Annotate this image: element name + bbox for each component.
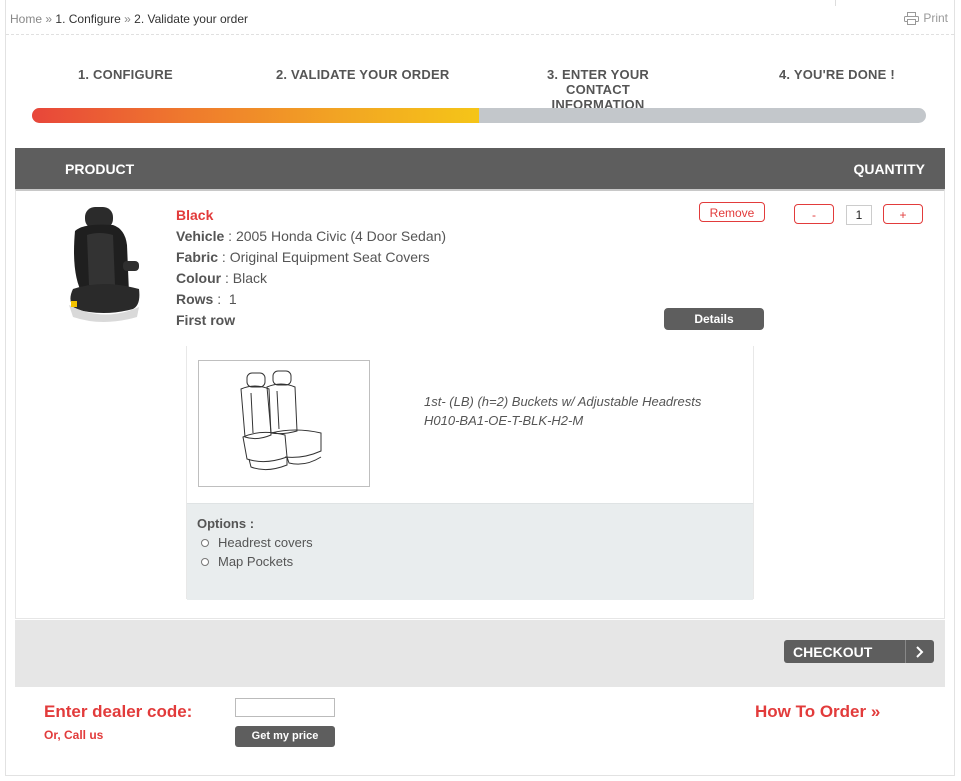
progress-fill xyxy=(32,108,479,123)
details-panel: 1st- (LB) (h=2) Buckets w/ Adjustable He… xyxy=(186,346,754,600)
option-map-pockets[interactable]: Map Pockets xyxy=(201,554,293,569)
chevron-right-icon xyxy=(905,640,934,663)
checkout-label: CHECKOUT xyxy=(793,644,873,660)
radio-icon[interactable] xyxy=(201,557,209,566)
dealer-code-input[interactable] xyxy=(235,698,335,717)
options-section: Options : Headrest covers Map Pockets xyxy=(187,503,753,600)
fabric-field: Fabric : Original Equipment Seat Covers xyxy=(176,247,446,268)
quantity-increment-button[interactable]: + xyxy=(883,204,923,224)
how-to-order-link[interactable]: How To Order » xyxy=(755,702,880,722)
field-separator: : xyxy=(224,228,236,244)
seat-diagram-image xyxy=(198,360,370,487)
step-configure: 1. CONFIGURE xyxy=(78,67,173,82)
field-label: Fabric xyxy=(176,249,219,265)
dealer-code-label: Enter dealer code: xyxy=(44,702,193,721)
options-label: Options : xyxy=(197,516,255,531)
checkout-button[interactable]: CHECKOUT xyxy=(784,640,934,663)
print-label: Print xyxy=(923,11,948,25)
get-my-price-button[interactable]: Get my price xyxy=(235,726,335,747)
progress-bar xyxy=(32,108,926,123)
field-value: 2005 Honda Civic (4 Door Sedan) xyxy=(235,228,447,244)
radio-icon[interactable] xyxy=(201,538,209,547)
details-button[interactable]: Details xyxy=(664,308,764,330)
quantity-input[interactable]: 1 xyxy=(846,205,872,225)
product-column-header: PRODUCT xyxy=(65,161,135,177)
field-label: Colour xyxy=(176,270,222,286)
breadcrumb-configure-link[interactable]: 1. Configure xyxy=(55,12,120,26)
field-separator: : xyxy=(213,291,229,307)
breadcrumb-home-link[interactable]: Home xyxy=(10,12,42,26)
step-contact-info: 3. ENTER YOUR CONTACT INFORMATION xyxy=(546,67,650,112)
seat-cover-product-image xyxy=(53,205,143,325)
product-title: Black xyxy=(176,207,214,223)
field-label: Rows xyxy=(176,291,214,307)
breadcrumb: Home » 1. Configure » 2. Validate your o… xyxy=(10,12,248,26)
seat-description-line: 1st- (LB) (h=2) Buckets w/ Adjustable He… xyxy=(424,394,702,409)
breadcrumb-current: 2. Validate your order xyxy=(134,12,248,26)
breadcrumb-separator: » xyxy=(124,12,131,26)
option-label: Headrest covers xyxy=(218,535,313,550)
step-validate-order: 2. VALIDATE YOUR ORDER xyxy=(276,67,450,82)
seat-part-number: H010-BA1-OE-T-BLK-H2-M xyxy=(424,413,584,428)
remove-button[interactable]: Remove xyxy=(699,202,765,222)
top-bar: Home » 1. Configure » 2. Validate your o… xyxy=(6,0,954,35)
product-info: Black Vehicle : 2005 Honda Civic (4 Door… xyxy=(176,205,446,331)
breadcrumb-separator: » xyxy=(45,12,53,26)
rows-field: Rows : 1 xyxy=(176,289,446,310)
row-name: First row xyxy=(176,312,236,328)
field-separator: : xyxy=(218,249,230,265)
print-link[interactable]: Print xyxy=(904,11,948,25)
vehicle-field: Vehicle : 2005 Honda Civic (4 Door Sedan… xyxy=(176,226,446,247)
field-value: 1 xyxy=(228,291,237,307)
colour-field: Colour : Black xyxy=(176,268,446,289)
field-separator: : xyxy=(221,270,233,286)
quantity-decrement-button[interactable]: - xyxy=(794,204,834,224)
call-us-link[interactable]: Or, Call us xyxy=(44,728,103,742)
field-value: Black xyxy=(232,270,268,286)
printer-icon xyxy=(904,11,920,25)
cart-table-header: PRODUCT QUANTITY xyxy=(15,148,945,189)
cart-item-row: Black Vehicle : 2005 Honda Civic (4 Door… xyxy=(15,189,945,619)
option-label: Map Pockets xyxy=(218,554,294,569)
cart-footer: CHECKOUT xyxy=(15,620,945,687)
field-label: Vehicle xyxy=(176,228,225,244)
field-value: Original Equipment Seat Covers xyxy=(229,249,430,265)
step-done: 4. YOU'RE DONE ! xyxy=(779,67,895,82)
option-headrest-covers[interactable]: Headrest covers xyxy=(201,535,313,550)
seat-description: 1st- (LB) (h=2) Buckets w/ Adjustable He… xyxy=(424,392,701,430)
top-divider xyxy=(835,0,836,6)
quantity-column-header: QUANTITY xyxy=(853,161,925,177)
